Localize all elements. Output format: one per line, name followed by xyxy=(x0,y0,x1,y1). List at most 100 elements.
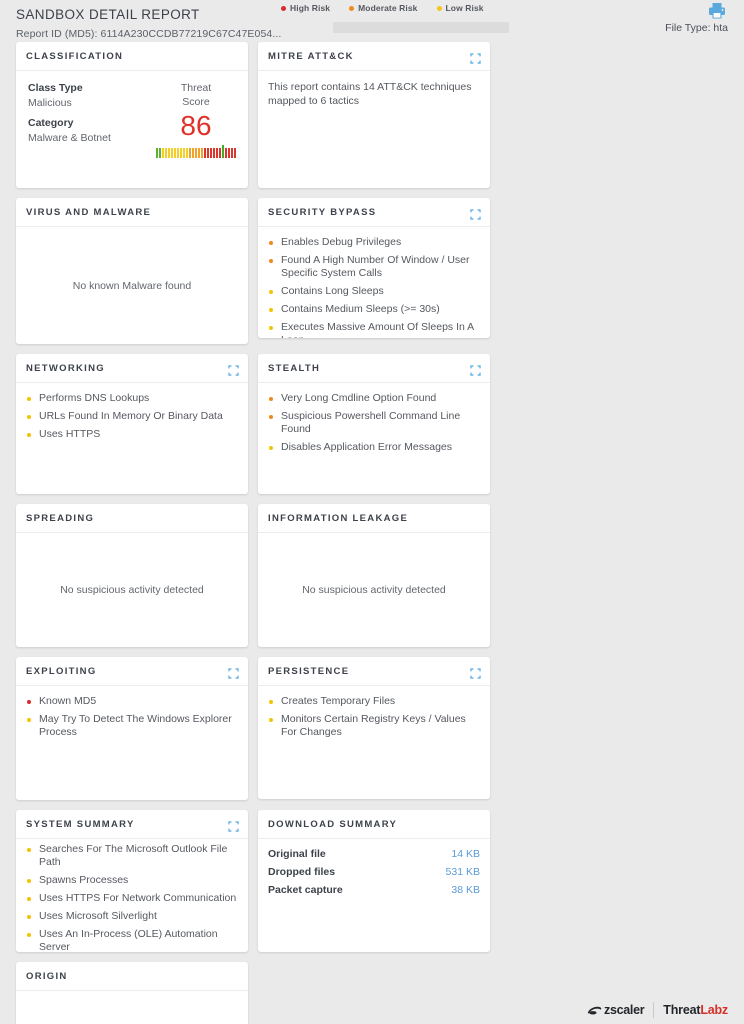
download-size-link[interactable]: 14 KB xyxy=(451,848,480,860)
card-header: SYSTEM SUMMARY xyxy=(16,810,248,839)
finding-item: Executes Massive Amount Of Sleeps In A L… xyxy=(268,321,480,338)
gauge-tick xyxy=(228,148,230,158)
download-name: Dropped files xyxy=(268,866,336,878)
expand-icon[interactable] xyxy=(470,51,481,64)
expand-icon[interactable] xyxy=(228,363,239,376)
card-header: NETWORKING xyxy=(16,354,248,383)
card-header: PERSISTENCE xyxy=(258,657,490,686)
gauge-tick xyxy=(213,148,215,158)
threatlabz-labz: Labz xyxy=(700,1003,728,1017)
card-body: Performs DNS Lookups URLs Found In Memory… xyxy=(16,383,248,494)
expand-icon[interactable] xyxy=(228,819,239,832)
card-classification: CLASSIFICATION Class Type Malicious Cate… xyxy=(16,42,248,188)
gauge-tick xyxy=(234,148,236,158)
gauge-tick xyxy=(231,148,233,158)
expand-icon[interactable] xyxy=(228,666,239,679)
card-title: STEALTH xyxy=(268,362,321,374)
download-size-link[interactable]: 38 KB xyxy=(451,884,480,896)
finding-item: Contains Medium Sleeps (>= 30s) xyxy=(268,303,480,316)
printer-icon[interactable] xyxy=(707,2,727,20)
gauge-tick xyxy=(183,148,185,158)
legend-dot-icon xyxy=(349,5,355,11)
gauge-tick xyxy=(195,148,197,158)
expand-icon[interactable] xyxy=(470,363,481,376)
card-virus-and-malware: VIRUS AND MALWARE No known Malware found xyxy=(16,198,248,344)
report-card-grid: CLASSIFICATION Class Type Malicious Cate… xyxy=(16,42,728,1024)
gauge-tick xyxy=(225,148,227,158)
class-type-value: Malicious xyxy=(28,97,72,109)
finding-list: Enables Debug Privileges Found A High Num… xyxy=(268,236,480,338)
card-body: Origin information not identified xyxy=(16,991,248,1024)
category-label: Category xyxy=(28,117,74,129)
card-body: Very Long Cmdline Option Found Suspicious… xyxy=(258,383,490,494)
empty-state-message: No suspicious activity detected xyxy=(302,584,446,596)
finding-item: Found A High Number Of Window / User Spe… xyxy=(268,254,480,280)
finding-item: Spawns Processes xyxy=(26,874,238,887)
gauge-tick xyxy=(174,148,176,158)
legend-label: High Risk xyxy=(290,3,331,13)
gauge-tick xyxy=(180,148,182,158)
card-origin: ORIGIN Origin information not identified xyxy=(16,962,248,1024)
download-row: Dropped files 531 KB xyxy=(268,866,480,878)
finding-item: May Try To Detect The Windows Explorer P… xyxy=(26,713,238,739)
legend-label: Low Risk xyxy=(445,3,484,13)
card-header: EXPLOITING xyxy=(16,657,248,686)
card-header: ORIGIN xyxy=(16,962,248,991)
card-title: ORIGIN xyxy=(26,970,68,982)
finding-item: Suspicious Powershell Command Line Found xyxy=(268,410,480,436)
finding-item: Known MD5 xyxy=(26,695,238,708)
gauge-tick xyxy=(201,148,203,158)
card-header: SECURITY BYPASS xyxy=(258,198,490,227)
empty-state-message: No known Malware found xyxy=(72,279,192,292)
card-body: No known Malware found xyxy=(16,227,248,344)
legend-dot-icon xyxy=(281,5,286,11)
expand-icon[interactable] xyxy=(470,207,481,220)
threat-score-label-line1: Threat xyxy=(180,82,212,94)
card-download-summary: DOWNLOAD SUMMARY Original file 14 KB Dropp… xyxy=(258,810,490,952)
gauge-tick xyxy=(216,148,218,158)
gauge-tick xyxy=(177,148,179,158)
threat-score-label-line2: Score xyxy=(182,96,210,108)
footer-logos: zscaler ThreatLabz xyxy=(587,1002,728,1018)
report-id-placeholder-bar xyxy=(333,22,509,33)
card-header: MITRE ATT&CK xyxy=(258,42,490,71)
classification-body: Class Type Malicious Category Malware & … xyxy=(16,71,248,168)
legend-dot-icon xyxy=(436,5,442,11)
gauge-tick xyxy=(210,148,212,158)
zscaler-swoosh-icon xyxy=(587,1006,602,1014)
download-name: Original file xyxy=(268,848,326,860)
expand-icon[interactable] xyxy=(470,666,481,679)
card-header: INFORMATION LEAKAGE xyxy=(258,504,490,533)
finding-item: Enables Debug Privileges xyxy=(268,236,480,249)
finding-item: Contains Long Sleeps xyxy=(268,285,480,298)
empty-state-message: No suspicious activity detected xyxy=(60,584,204,596)
legend-item-0: High Risk xyxy=(281,3,330,13)
threatlabz-threat: Threat xyxy=(663,1003,701,1017)
threat-score-value: 86 xyxy=(180,110,212,141)
card-persistence: PERSISTENCE Creates Temporary Files Monit… xyxy=(258,657,490,799)
card-title: CLASSIFICATION xyxy=(26,50,124,62)
card-header: STEALTH xyxy=(258,354,490,383)
finding-list: Known MD5 May Try To Detect The Windows E… xyxy=(26,695,238,739)
risk-legend: High Risk Moderate Risk Low Risk xyxy=(281,3,484,13)
download-size-link[interactable]: 531 KB xyxy=(446,866,480,878)
legend-item-2: Low Risk xyxy=(436,3,484,13)
card-exploiting: EXPLOITING Known MD5 May Try To Detect Th… xyxy=(16,657,248,800)
card-header: CLASSIFICATION xyxy=(16,42,248,71)
legend-item-1: Moderate Risk xyxy=(349,3,417,13)
card-body: Enables Debug Privileges Found A High Num… xyxy=(258,227,490,338)
gauge-tick xyxy=(168,148,170,158)
file-type-label: File Type: hta xyxy=(665,22,728,34)
mitre-summary-text: This report contains 14 ATT&CK technique… xyxy=(268,81,472,107)
card-title: SPREADING xyxy=(26,512,95,524)
gauge-tick xyxy=(165,148,167,158)
card-body: Known MD5 May Try To Detect The Windows E… xyxy=(16,686,248,800)
card-body-scrollable[interactable]: Searches For The Microsoft Outlook File … xyxy=(16,839,248,952)
card-title: SYSTEM SUMMARY xyxy=(26,818,135,830)
threat-score-gauge xyxy=(156,145,236,158)
finding-item: URLs Found In Memory Or Binary Data xyxy=(26,410,238,423)
gauge-marker xyxy=(222,145,224,158)
card-system-summary[interactable]: SYSTEM SUMMARY Searches For The Microsof… xyxy=(16,810,248,952)
gauge-tick xyxy=(171,148,173,158)
gauge-tick xyxy=(192,148,194,158)
